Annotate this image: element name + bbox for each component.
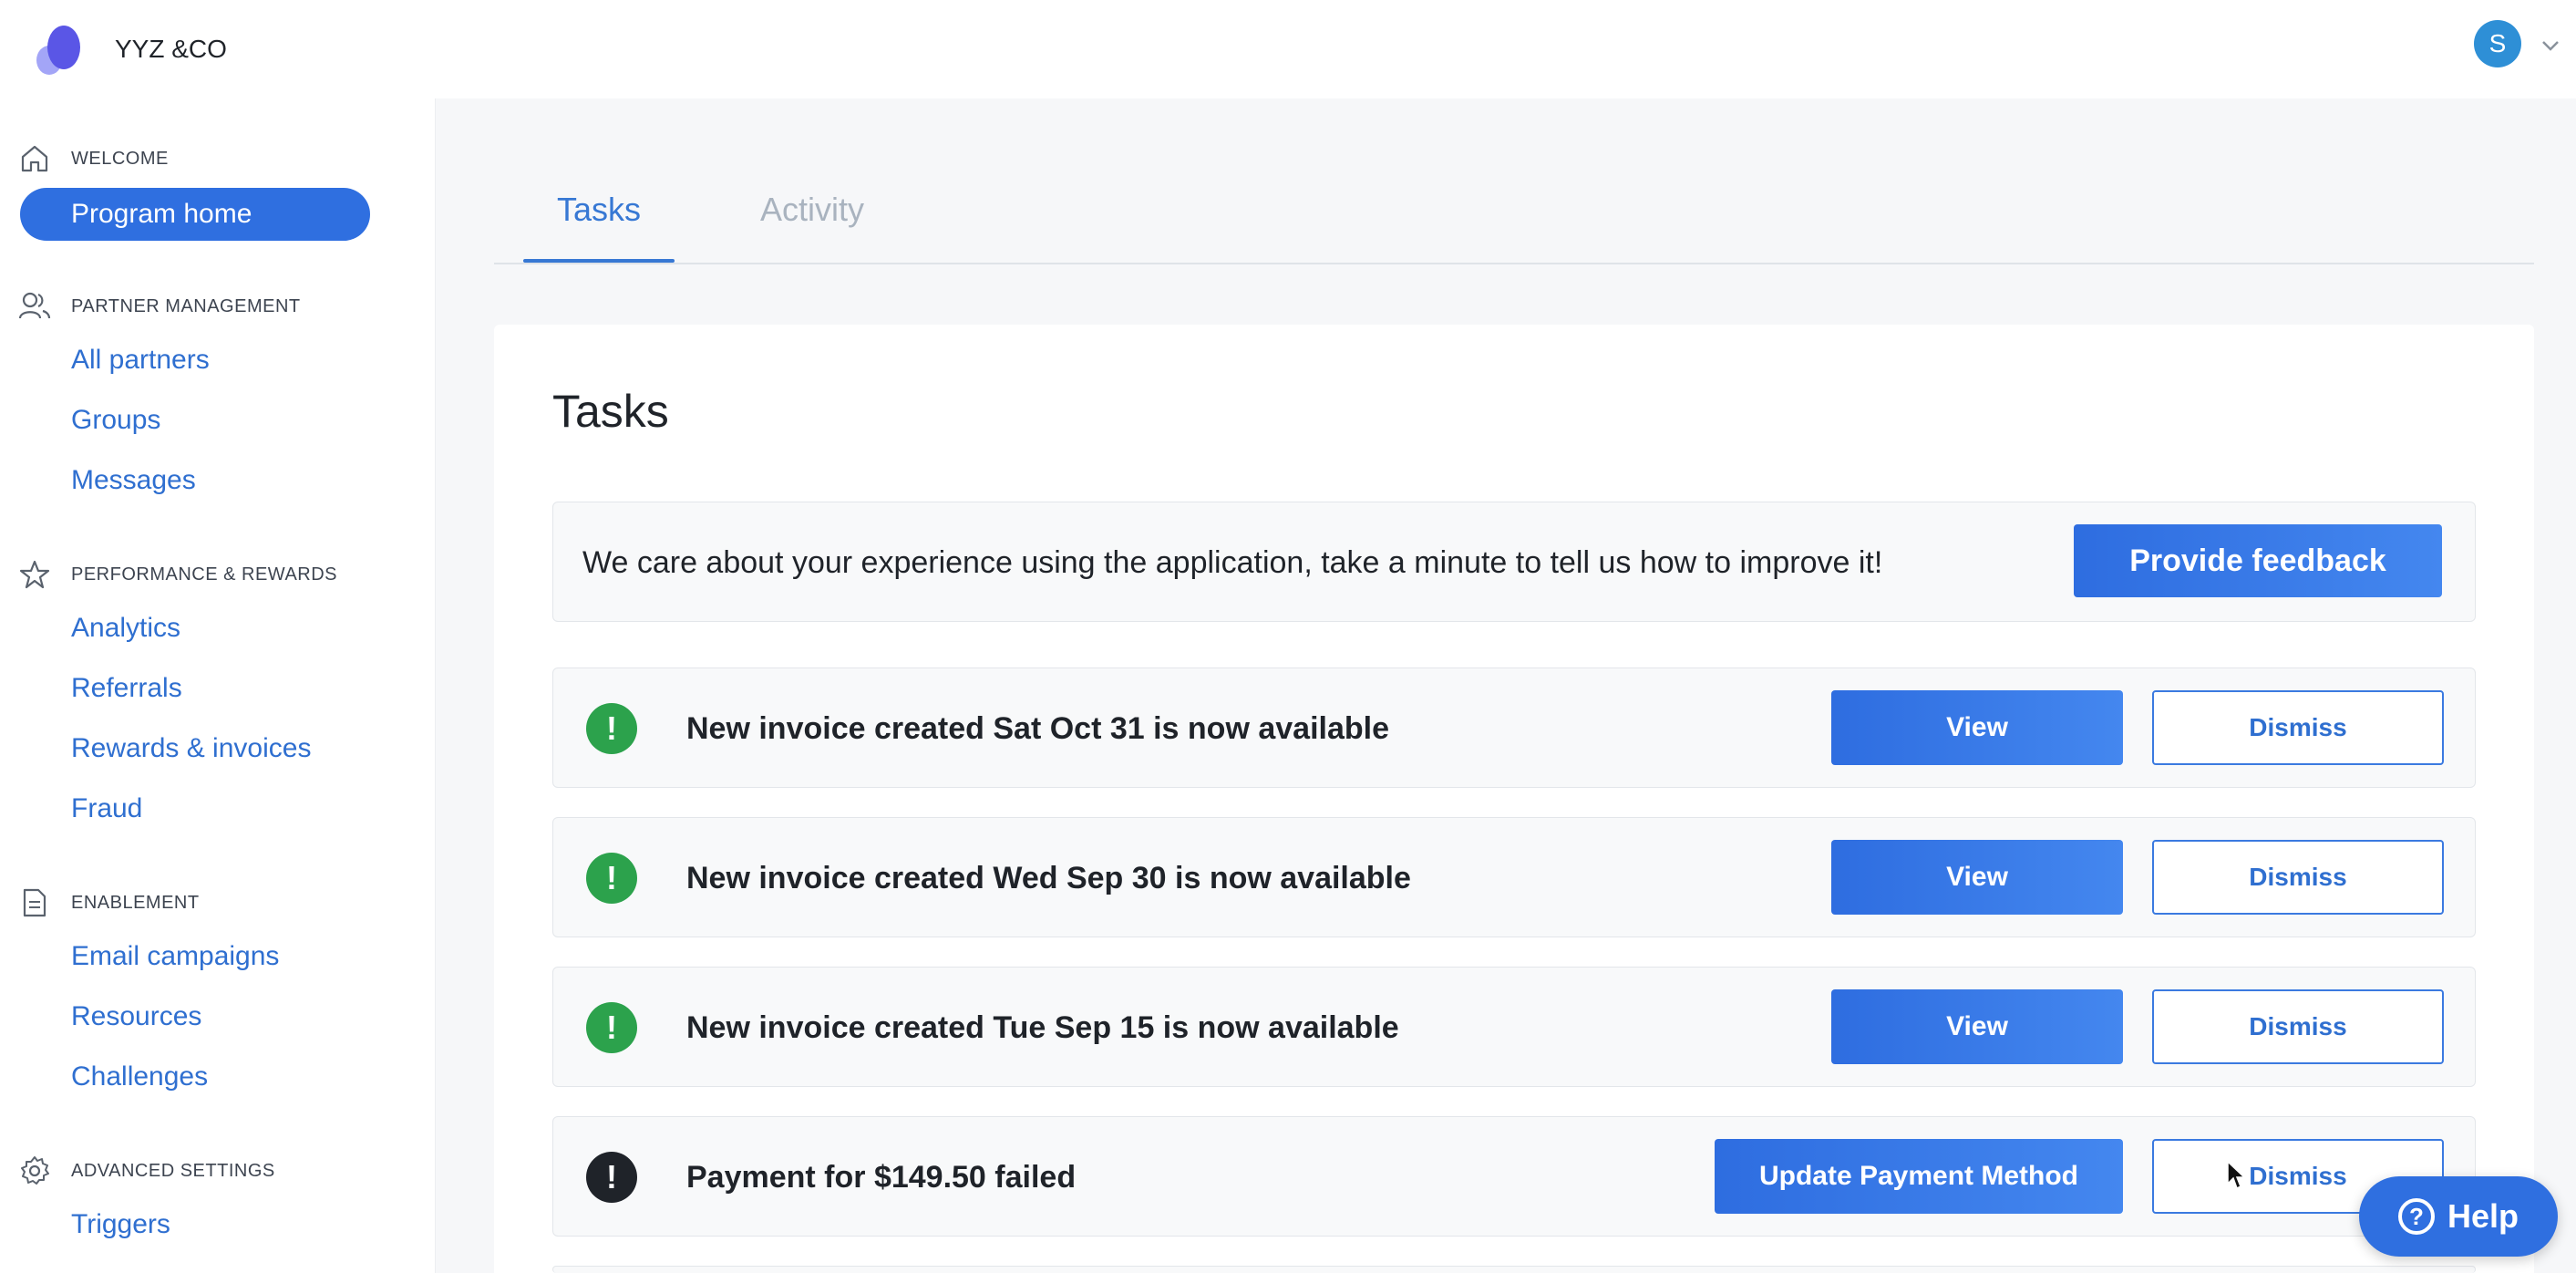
task-text: New invoice created Wed Sep 30 is now av… — [686, 861, 1411, 895]
exclamation-icon: ! — [586, 703, 637, 754]
sidebar-item-triggers[interactable]: Triggers — [71, 1206, 170, 1244]
exclamation-icon: ! — [586, 1152, 637, 1203]
chevron-down-icon[interactable] — [2540, 36, 2561, 55]
help-button[interactable]: ? Help — [2359, 1176, 2558, 1257]
exclamation-icon: ! — [586, 1002, 637, 1053]
section-title: ENABLEMENT — [71, 892, 200, 913]
sidebar-item-fraud[interactable]: Fraud — [71, 790, 142, 828]
tabs-divider — [494, 263, 2534, 264]
sidebar-section-performance-rewards: PERFORMANCE & REWARDS — [18, 556, 337, 593]
top-bar: YYZ &CO S — [0, 0, 2576, 98]
sidebar-item-program-home[interactable]: Program home — [20, 188, 370, 241]
sidebar: WELCOME Program home PARTNER MANAGEMENT … — [0, 98, 436, 1273]
task-text: New invoice created Tue Sep 15 is now av… — [686, 1010, 1399, 1045]
gear-icon — [18, 1154, 51, 1187]
task-row: ! Payment for $149.50 failed Update Paym… — [552, 1116, 2476, 1237]
exclamation-icon: ! — [586, 853, 637, 904]
section-title: PARTNER MANAGEMENT — [71, 295, 301, 316]
sidebar-item-groups[interactable]: Groups — [71, 401, 160, 440]
dismiss-button[interactable]: Dismiss — [2152, 989, 2444, 1064]
task-row — [552, 1266, 2476, 1273]
sidebar-item-referrals[interactable]: Referrals — [71, 669, 182, 708]
users-icon — [18, 290, 51, 323]
brand-name: YYZ &CO — [115, 35, 227, 63]
feedback-banner: We care about your experience using the … — [552, 502, 2476, 622]
task-text: New invoice created Sat Oct 31 is now av… — [686, 711, 1389, 746]
sidebar-item-analytics[interactable]: Analytics — [71, 609, 180, 647]
help-label: Help — [2447, 1197, 2519, 1235]
tab-activity[interactable]: Activity — [760, 186, 924, 263]
dismiss-button[interactable]: Dismiss — [2152, 690, 2444, 765]
sidebar-item-email-campaigns[interactable]: Email campaigns — [71, 937, 279, 976]
star-icon — [18, 558, 51, 591]
task-row: ! New invoice created Tue Sep 15 is now … — [552, 967, 2476, 1087]
task-text: Payment for $149.50 failed — [686, 1160, 1077, 1195]
sidebar-section-advanced-settings: ADVANCED SETTINGS — [18, 1153, 275, 1189]
sidebar-item-rewards-invoices[interactable]: Rewards & invoices — [71, 730, 311, 768]
tab-tasks[interactable]: Tasks — [523, 186, 675, 263]
feedback-text: We care about your experience using the … — [582, 545, 1883, 580]
document-icon — [18, 886, 51, 919]
sidebar-item-challenges[interactable]: Challenges — [71, 1058, 208, 1096]
task-row: ! New invoice created Sat Oct 31 is now … — [552, 668, 2476, 788]
dismiss-button[interactable]: Dismiss — [2152, 840, 2444, 915]
view-button[interactable]: View — [1831, 989, 2123, 1064]
sidebar-section-partner-management: PARTNER MANAGEMENT — [18, 288, 301, 325]
question-icon: ? — [2397, 1198, 2435, 1235]
sidebar-item-all-partners[interactable]: All partners — [71, 341, 210, 379]
user-avatar[interactable]: S — [2474, 20, 2521, 67]
task-row: ! New invoice created Wed Sep 30 is now … — [552, 817, 2476, 937]
section-title: PERFORMANCE & REWARDS — [71, 564, 338, 585]
view-button[interactable]: View — [1831, 690, 2123, 765]
sidebar-item-resources[interactable]: Resources — [71, 998, 201, 1036]
provide-feedback-button[interactable]: Provide feedback — [2074, 524, 2442, 597]
home-icon — [18, 142, 51, 175]
section-title: WELCOME — [71, 148, 169, 169]
update-payment-method-button[interactable]: Update Payment Method — [1715, 1139, 2123, 1214]
section-title: ADVANCED SETTINGS — [71, 1160, 275, 1181]
view-button[interactable]: View — [1831, 840, 2123, 915]
mouse-cursor-icon — [2227, 1160, 2246, 1190]
sidebar-section-enablement: ENABLEMENT — [18, 885, 200, 921]
tasks-title: Tasks — [552, 386, 669, 437]
active-tab-indicator — [523, 259, 675, 263]
brand-logo[interactable] — [29, 24, 84, 77]
sidebar-item-messages[interactable]: Messages — [71, 461, 196, 500]
sidebar-section-welcome: WELCOME — [18, 140, 169, 177]
